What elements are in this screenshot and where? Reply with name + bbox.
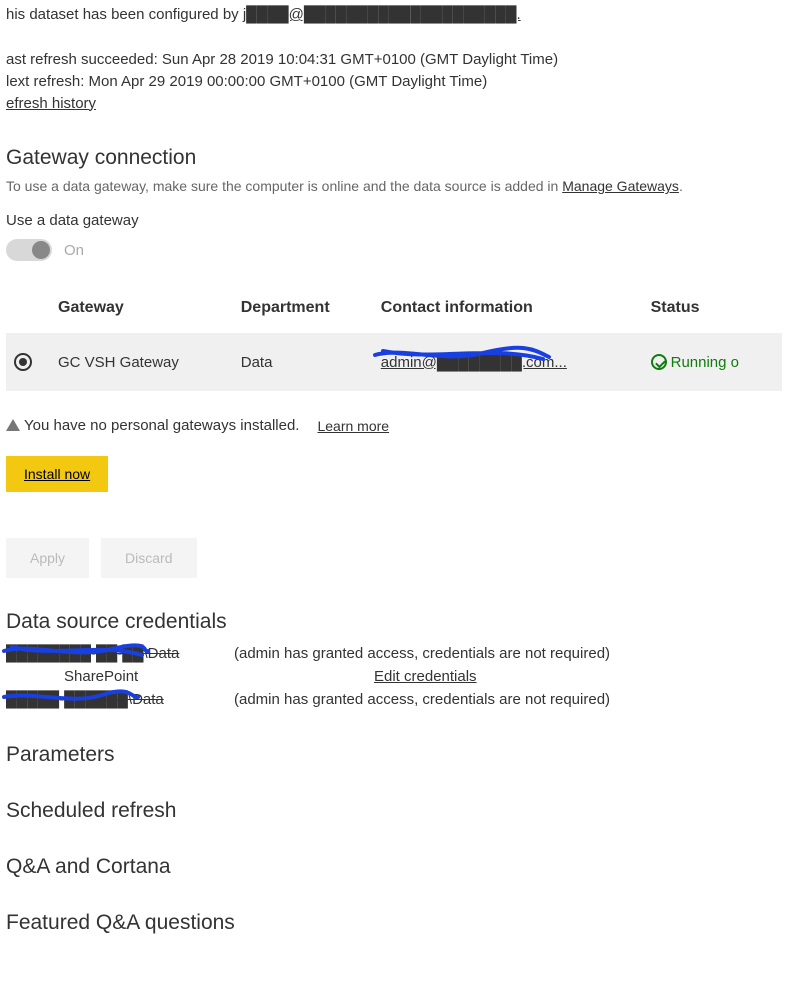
gateway-status: Running o [671,354,739,371]
gateway-table: Gateway Department Contact information S… [6,289,782,391]
credential-row: █████-██████\Data (admin has granted acc… [6,688,782,711]
credential-name: █████-██████\Data [6,691,206,708]
edit-credentials-link[interactable]: Edit credentials [374,668,477,685]
gateway-hint: To use a data gateway, make sure the com… [6,178,782,194]
credential-row: ████████-██-██\Data (admin has granted a… [6,642,782,665]
col-contact: Contact information [373,289,643,333]
gateway-department: Data [233,333,373,391]
use-gateway-toggle[interactable] [6,239,52,261]
next-refresh-text: lext refresh: Mon Apr 29 2019 00:00:00 G… [6,71,782,93]
credential-name: ████████-██-██\Data [6,645,206,662]
use-gateway-label: Use a data gateway [6,212,782,229]
col-gateway: Gateway [50,289,233,333]
configured-prefix: his dataset has been configured by [6,6,243,23]
scheduled-refresh-heading: Scheduled refresh [6,799,782,823]
status-check-icon [651,354,667,370]
credentials-table: ████████-██-██\Data (admin has granted a… [6,642,782,711]
data-source-credentials-heading: Data source credentials [6,610,782,634]
install-now-button[interactable]: Install now [6,456,108,492]
qna-cortana-heading: Q&A and Cortana [6,855,782,879]
credential-note: (admin has granted access, credentials a… [234,645,610,662]
dataset-configured-line: his dataset has been configured by j████… [6,6,782,23]
credential-row: SharePoint Edit credentials [6,665,782,688]
manage-gateways-link[interactable]: Manage Gateways [562,178,679,194]
gateway-row[interactable]: GC VSH Gateway Data admin@████████.com..… [6,333,782,391]
configured-by-email: j████@████████████████████. [243,6,521,23]
personal-gateway-warning: You have no personal gateways installed. [6,417,299,434]
parameters-heading: Parameters [6,743,782,767]
toggle-state-label: On [64,242,84,259]
learn-more-link[interactable]: Learn more [317,418,389,434]
gateway-name: GC VSH Gateway [50,333,233,391]
gateway-connection-heading: Gateway connection [6,146,782,170]
col-department: Department [233,289,373,333]
featured-qna-heading: Featured Q&A questions [6,911,782,935]
gateway-contact: admin@████████.com... [381,354,567,371]
refresh-history-link[interactable]: efresh history [6,95,96,112]
warning-icon [6,419,20,431]
credential-name: SharePoint [6,668,206,685]
discard-button[interactable]: Discard [101,538,196,578]
credential-note: (admin has granted access, credentials a… [234,691,610,708]
toggle-knob-icon [32,241,50,259]
col-status: Status [643,289,782,333]
last-refresh-text: ast refresh succeeded: Sun Apr 28 2019 1… [6,49,782,71]
gateway-radio[interactable] [14,353,32,371]
apply-button[interactable]: Apply [6,538,89,578]
